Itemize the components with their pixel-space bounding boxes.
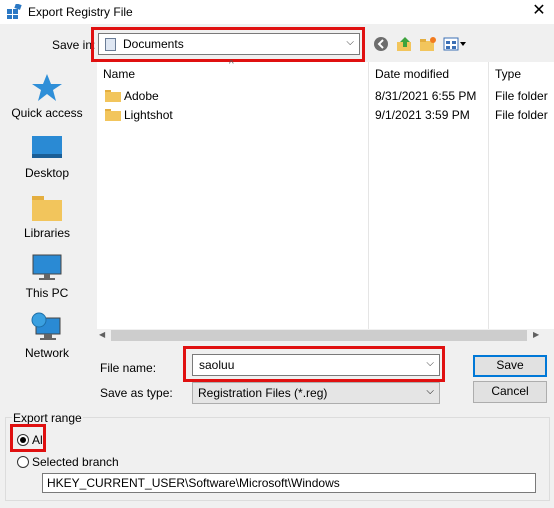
column-header-date[interactable]: Date modified [375,67,449,81]
file-name-label: File name: [100,361,157,375]
highlight-file-name [183,346,445,382]
network-icon [31,312,61,340]
close-button[interactable]: ✕ [524,0,554,24]
folder-icon [105,90,121,102]
scroll-left-icon[interactable]: ◀ [99,330,105,339]
list-item[interactable]: Adobe 8/31/2021 6:55 PM File folder [97,86,554,105]
list-item[interactable]: Lightshot 9/1/2021 3:59 PM File folder [97,105,554,124]
save-as-type-dropdown[interactable]: Registration Files (*.reg) ⌵ [192,382,440,404]
up-folder-icon[interactable] [396,36,414,52]
sort-indicator-icon: ^ [229,59,234,70]
window-title: Export Registry File [28,5,133,19]
quick-access-icon [32,74,62,101]
column-header-name[interactable]: Name [103,67,135,81]
selected-branch-radio[interactable] [17,456,29,468]
save-as-type-label: Save as type: [100,386,173,400]
new-folder-icon[interactable] [419,36,437,52]
back-icon[interactable] [373,36,391,52]
branch-path-field[interactable]: HKEY_CURRENT_USER\Software\Microsoft\Win… [42,473,536,493]
export-range-label: Export range [12,411,83,425]
save-in-label: Save in: [52,38,96,52]
scrollbar-thumb[interactable] [111,330,527,341]
cancel-button[interactable]: Cancel [473,381,547,403]
column-header-type[interactable]: Type [495,67,521,81]
file-list[interactable]: ^ Adobe 8/31/2021 6:55 PM File folder Li… [97,59,554,342]
highlight-all [10,424,46,452]
column-divider [368,62,369,330]
libraries-icon [32,196,62,221]
registry-editor-icon [7,4,22,19]
save-button[interactable]: Save [473,355,547,377]
view-menu-icon[interactable] [443,36,467,52]
places-bar: Quick access Desktop Libraries This PC N… [7,62,87,392]
this-pc-icon [32,254,62,280]
desktop-icon [32,136,62,158]
highlight-save-in [91,27,365,62]
scroll-right-icon[interactable]: ▶ [533,330,539,339]
folder-icon [105,109,121,121]
column-divider [488,62,489,330]
chevron-down-icon: ⌵ [426,386,434,397]
selected-branch-label[interactable]: Selected branch [32,455,119,469]
